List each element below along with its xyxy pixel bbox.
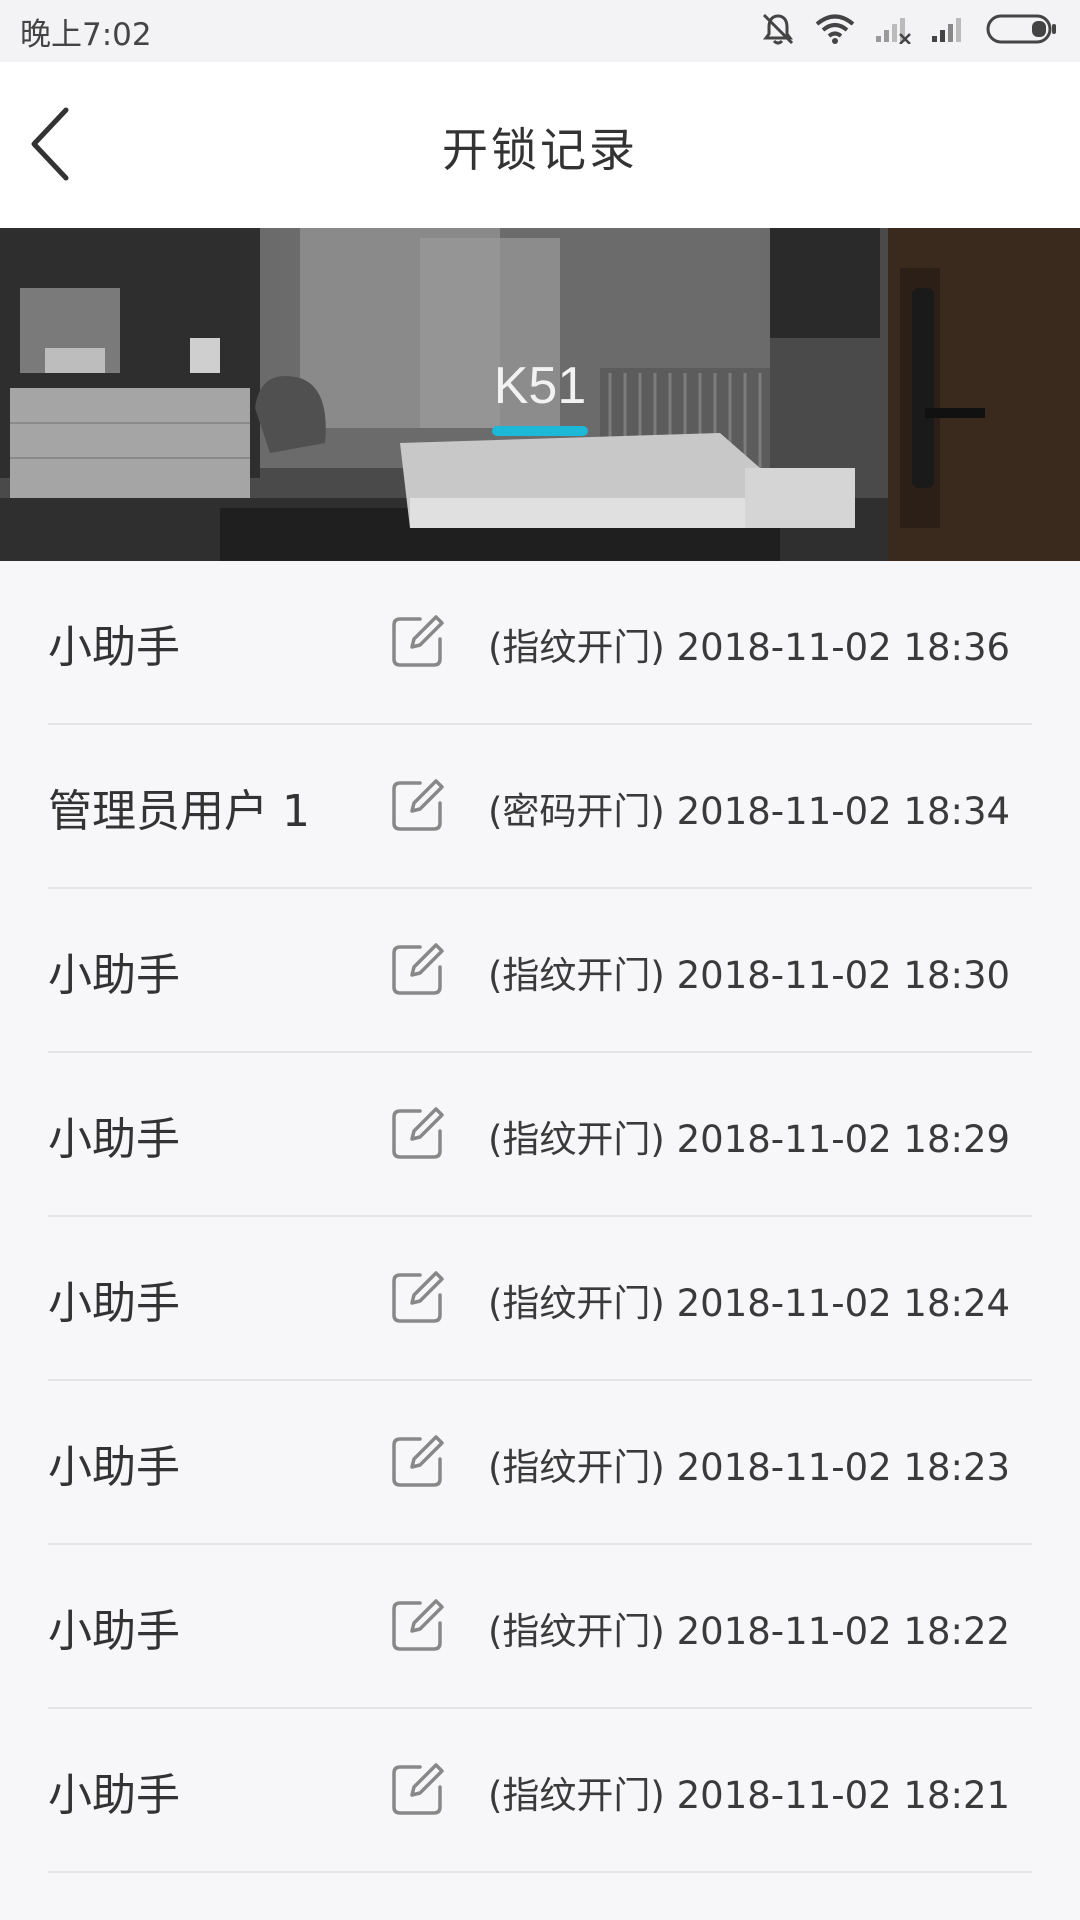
record-detail: (指纹开门) 2018-11-02 18:21 <box>488 1765 1010 1819</box>
nav-bar: 开锁记录 <box>0 62 1080 228</box>
record-user: 小助手 <box>48 1770 180 1821</box>
edit-icon[interactable] <box>390 777 446 833</box>
record-datetime: 2018-11-02 18:29 <box>676 1118 1011 1161</box>
record-user: 小助手 <box>48 1114 180 1165</box>
record-user: 小助手 <box>48 1442 180 1493</box>
record-datetime: 2018-11-02 18:34 <box>676 790 1011 833</box>
device-banner: K51 <box>0 228 1080 561</box>
unlock-method: (指纹开门) <box>488 954 665 997</box>
record-datetime: 2018-11-02 18:30 <box>676 954 1011 997</box>
device-tab[interactable]: K51 <box>0 356 1080 436</box>
list-item[interactable]: 小助手 (指纹开门) 2018-11-02 18:23 <box>0 1381 1080 1545</box>
unlock-method: (指纹开门) <box>488 1282 665 1325</box>
list-item[interactable]: 小助手 (指纹开门) 2018-11-02 18:29 <box>0 1053 1080 1217</box>
edit-icon[interactable] <box>390 1761 446 1817</box>
signal-icon <box>874 14 912 48</box>
edit-icon[interactable] <box>390 613 446 669</box>
list-item[interactable]: 管理员用户 1 (密码开门) 2018-11-02 18:34 <box>0 725 1080 889</box>
record-datetime: 2018-11-02 18:24 <box>676 1282 1011 1325</box>
edit-icon[interactable] <box>390 1433 446 1489</box>
record-detail: (指纹开门) 2018-11-02 18:29 <box>488 1109 1010 1163</box>
device-name: K51 <box>493 357 587 415</box>
record-detail: (指纹开门) 2018-11-02 18:22 <box>488 1601 1010 1655</box>
record-detail: (密码开门) 2018-11-02 18:34 <box>488 781 1010 835</box>
tab-indicator <box>492 426 588 436</box>
edit-icon[interactable] <box>390 1269 446 1325</box>
record-datetime: 2018-11-02 18:23 <box>676 1446 1011 1489</box>
unlock-method: (指纹开门) <box>488 1446 665 1489</box>
record-detail: (指纹开门) 2018-11-02 18:23 <box>488 1437 1010 1491</box>
edit-icon[interactable] <box>390 941 446 997</box>
record-detail: (指纹开门) 2018-11-02 18:30 <box>488 945 1010 999</box>
record-user: 小助手 <box>48 1606 180 1657</box>
unlock-record-list: 小助手 (指纹开门) 2018-11-02 18:36 管理员用户 1 (密码开… <box>0 561 1080 1873</box>
list-item[interactable]: 小助手 (指纹开门) 2018-11-02 18:22 <box>0 1545 1080 1709</box>
signal-icon <box>930 14 968 48</box>
record-user: 管理员用户 1 <box>48 786 310 837</box>
record-datetime: 2018-11-02 18:21 <box>676 1774 1011 1817</box>
status-icons <box>760 11 1058 51</box>
unlock-method: (指纹开门) <box>488 1118 665 1161</box>
list-item[interactable]: 小助手 (指纹开门) 2018-11-02 18:24 <box>0 1217 1080 1381</box>
record-detail: (指纹开门) 2018-11-02 18:36 <box>488 617 1010 671</box>
record-detail: (指纹开门) 2018-11-02 18:24 <box>488 1273 1010 1327</box>
record-datetime: 2018-11-02 18:36 <box>676 626 1011 669</box>
wifi-icon <box>814 12 856 50</box>
list-item[interactable]: 小助手 (指纹开门) 2018-11-02 18:36 <box>0 561 1080 725</box>
record-datetime: 2018-11-02 18:22 <box>676 1610 1011 1653</box>
unlock-method: (密码开门) <box>488 790 665 833</box>
mute-icon <box>760 11 796 51</box>
list-item[interactable]: 小助手 (指纹开门) 2018-11-02 18:30 <box>0 889 1080 1053</box>
status-time: 晚上7:02 <box>20 16 152 53</box>
status-bar: 晚上7:02 <box>0 0 1080 62</box>
record-user: 小助手 <box>48 950 180 1001</box>
edit-icon[interactable] <box>390 1597 446 1653</box>
unlock-method: (指纹开门) <box>488 1610 665 1653</box>
unlock-method: (指纹开门) <box>488 1774 665 1817</box>
edit-icon[interactable] <box>390 1105 446 1161</box>
list-item[interactable]: 小助手 (指纹开门) 2018-11-02 18:21 <box>0 1709 1080 1873</box>
unlock-method: (指纹开门) <box>488 626 665 669</box>
divider <box>48 1871 1032 1873</box>
page-title: 开锁记录 <box>442 123 638 177</box>
record-user: 小助手 <box>48 1278 180 1329</box>
record-user: 小助手 <box>48 622 180 673</box>
battery-icon <box>986 13 1058 49</box>
